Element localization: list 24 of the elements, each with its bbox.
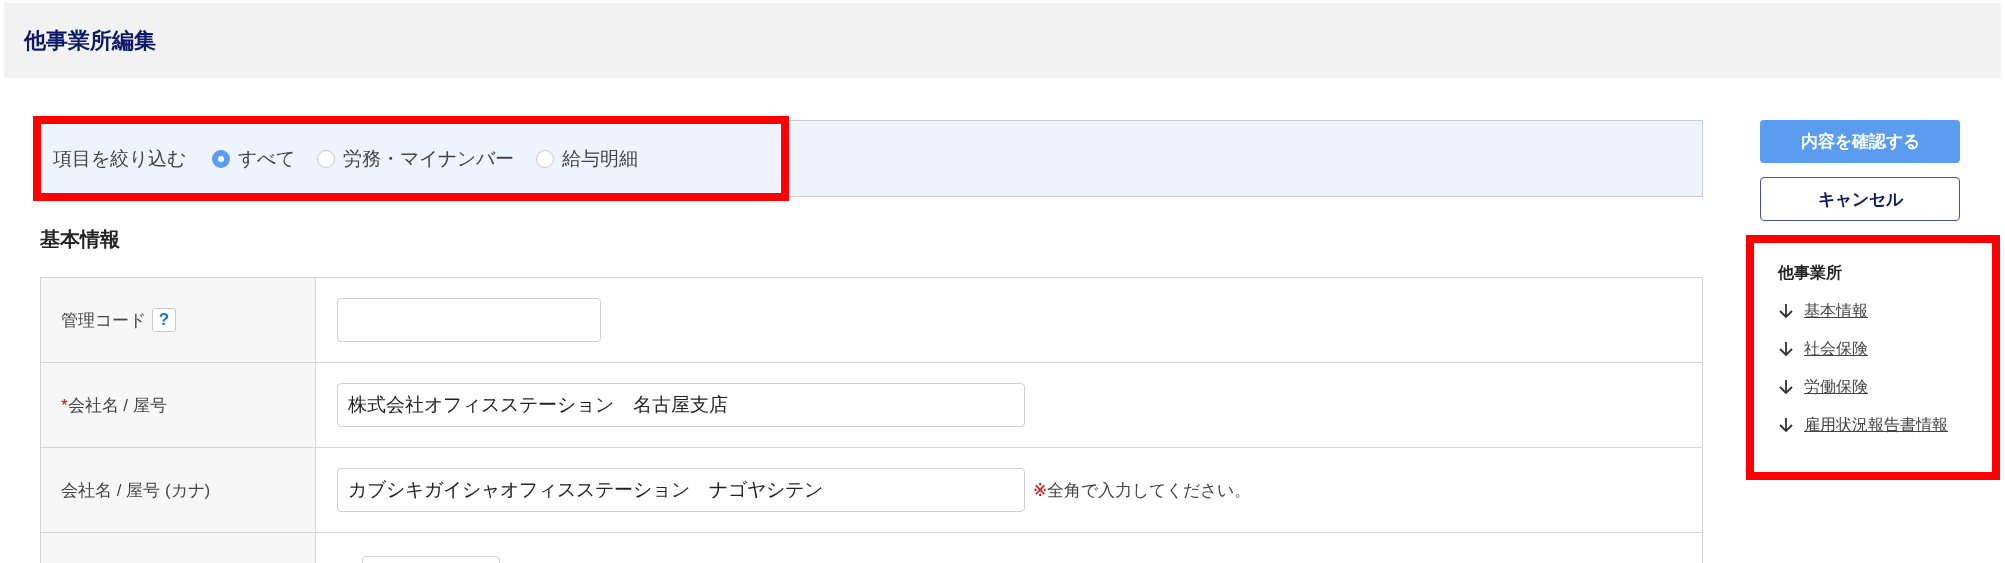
text-field[interactable]: 株式会社オフィスステーション 名古屋支店 (337, 383, 1025, 427)
filter-label: 項目を絞り込む (53, 146, 186, 171)
nav-link[interactable]: 基本情報 (1804, 300, 1868, 322)
radio-option[interactable]: 給与明細 (536, 145, 638, 172)
help-button[interactable]: ? (152, 308, 176, 332)
section-title: 基本情報 (40, 227, 121, 252)
cancel-button[interactable]: キャンセル (1760, 177, 1960, 221)
nav-link[interactable]: 労働保険 (1804, 376, 1868, 398)
arrow-down-icon (1778, 303, 1794, 319)
field-label: *会社名 / 屋号 (61, 394, 167, 417)
nav-link[interactable]: 雇用状況報告書情報 (1804, 414, 1948, 436)
input-hint: ※全角で入力してください。 (1033, 479, 1252, 502)
text-field[interactable]: カブシキガイシャオフィスステーション ナゴヤシテン (337, 468, 1025, 512)
field-label: 会社名 / 屋号 (カナ) (61, 479, 211, 502)
page-title: 他事業所編集 (24, 26, 156, 55)
arrow-down-icon (1778, 341, 1794, 357)
radio-option[interactable]: 労務・マイナンバー (317, 145, 514, 172)
nav-title: 他事業所 (1778, 263, 1843, 283)
nav-link[interactable]: 社会保険 (1804, 338, 1868, 360)
arrow-down-icon (1778, 417, 1794, 433)
text-field[interactable] (337, 298, 601, 342)
arrow-down-icon (1778, 379, 1794, 395)
radio-option[interactable]: すべて (212, 145, 295, 172)
field-label: 管理コード (61, 309, 146, 332)
